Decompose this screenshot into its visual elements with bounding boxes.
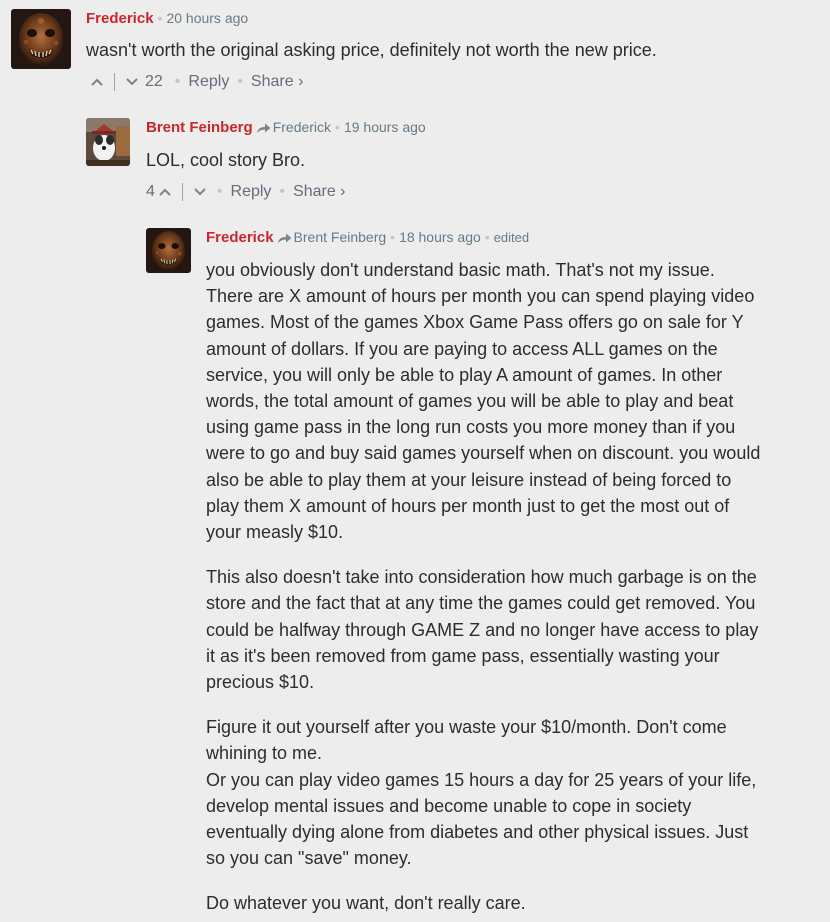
avatar-frederick[interactable]	[146, 228, 191, 273]
comment-header: Brent Feinberg Frederick • 19 hours ago	[146, 118, 806, 138]
separator-dot: •	[390, 229, 396, 245]
timestamp[interactable]: 18 hours ago	[399, 229, 481, 245]
comment-text: you obviously don't understand basic mat…	[206, 257, 766, 917]
reply-link[interactable]: Reply	[231, 182, 272, 202]
upvote-icon[interactable]	[90, 75, 106, 89]
comment-footer: 22 • Reply • Share ›	[90, 72, 806, 92]
timestamp[interactable]: 19 hours ago	[344, 119, 426, 135]
comment-paragraph: Or you can play video games 15 hours a d…	[206, 769, 757, 869]
comment-paragraph: LOL, cool story Bro.	[146, 150, 306, 170]
comment-header: Frederick Brent Feinberg • 18 hours ago • edi…	[206, 228, 766, 248]
separator-dot: •	[484, 229, 490, 245]
author-name[interactable]: Frederick	[206, 229, 274, 246]
upvote-icon[interactable]	[158, 185, 174, 199]
share-link[interactable]: Share ›	[293, 182, 345, 202]
downvote-count: 22	[145, 73, 163, 91]
separator-dot: •	[216, 183, 223, 201]
vote-divider	[181, 183, 183, 202]
separator-dot: •	[237, 73, 243, 91]
upvote-count: 4	[146, 183, 155, 201]
comment-paragraph: you obviously don't understand basic mat…	[206, 260, 761, 543]
parent-author-link[interactable]: Brent Feinberg	[294, 229, 387, 245]
comment-body: Brent Feinberg Frederick • 19 hours ago LOL…	[146, 118, 806, 202]
author-name[interactable]: Brent Feinberg	[146, 119, 253, 136]
downvote-icon[interactable]	[125, 75, 141, 89]
comment-footer: 4 • Reply • Share ›	[146, 182, 806, 202]
separator-dot: •	[279, 183, 286, 201]
parent-author-link[interactable]: Frederick	[273, 119, 331, 135]
separator-dot: •	[335, 119, 340, 135]
comment-text: LOL, cool story Bro.	[146, 147, 806, 173]
vote-group: 22	[90, 72, 167, 92]
separator-dot: •	[157, 10, 163, 26]
vote-divider	[114, 73, 115, 92]
downvote-icon[interactable]	[193, 185, 209, 199]
edited-label: edited	[493, 230, 530, 245]
vote-group: 4	[146, 182, 209, 202]
reply-arrow-icon	[277, 230, 292, 248]
reply-link[interactable]: Reply	[188, 72, 229, 92]
comment-body: Frederick • 20 hours ago wasn't worth the …	[86, 9, 806, 92]
author-name[interactable]: Frederick	[86, 10, 154, 27]
comment-body: Frederick Brent Feinberg • 18 hours ago • edi…	[206, 228, 766, 917]
separator-dot: •	[174, 73, 181, 91]
comment-text: wasn't worth the original asking price, …	[86, 37, 806, 63]
comment-paragraph: This also doesn't take into consideratio…	[206, 567, 759, 693]
comment-paragraph: wasn't worth the original asking price, …	[86, 40, 657, 60]
avatar-frederick[interactable]	[11, 9, 71, 69]
timestamp[interactable]: 20 hours ago	[166, 10, 248, 26]
reply-arrow-icon	[256, 120, 271, 138]
comment-paragraph: Figure it out yourself after you waste y…	[206, 717, 727, 764]
comment-header: Frederick • 20 hours ago	[86, 9, 806, 28]
comment-paragraph: Do whatever you want, don't really care.	[206, 893, 526, 914]
share-link[interactable]: Share ›	[251, 72, 303, 92]
avatar-brent-feinberg[interactable]	[86, 118, 130, 166]
